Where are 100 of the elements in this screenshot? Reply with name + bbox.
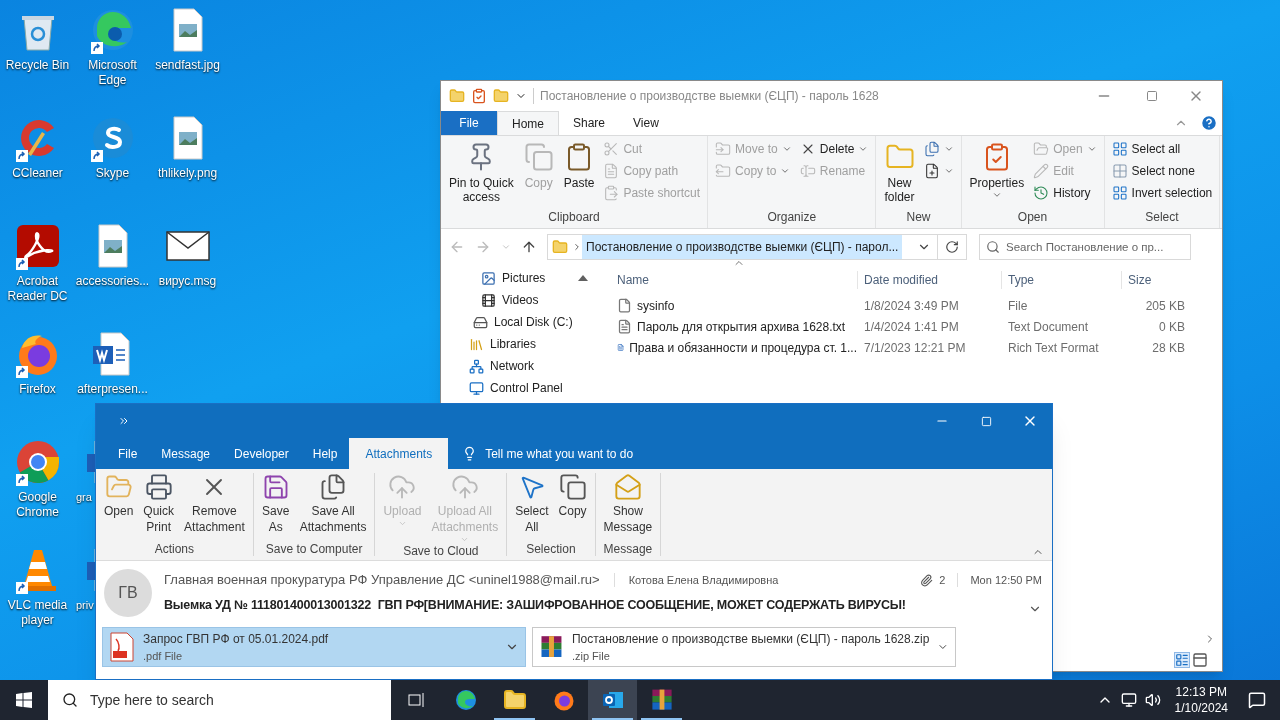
grid-icon [1111, 185, 1128, 201]
nav-item[interactable]: Videos [441, 289, 596, 311]
table-cell-text: 1/8/2024 3:49 PM [863, 297, 960, 315]
refresh-icon[interactable] [945, 240, 959, 254]
help-icon[interactable] [1200, 114, 1218, 132]
attachment-type: .zip File [571, 648, 611, 664]
ribbon-button[interactable]: Open [100, 473, 138, 519]
ribbon-button[interactable]: Select all [1108, 138, 1216, 160]
ribbon-tab[interactable]: Attachments [349, 438, 449, 469]
grid-icon [1111, 163, 1128, 179]
ribbon-button[interactable]: Invert selection [1108, 182, 1216, 204]
grid-icon [1111, 141, 1128, 157]
caret-icon [1086, 144, 1097, 154]
notifications-icon[interactable] [1248, 691, 1266, 709]
monitor-icon [469, 380, 484, 396]
ribbon-tab[interactable]: File [106, 438, 150, 469]
hard-drive-icon [473, 314, 488, 330]
ribbon-button[interactable]: Pin to Quick access [445, 138, 518, 204]
nav-item[interactable]: Network [441, 355, 596, 377]
maximize-icon[interactable] [1146, 90, 1158, 102]
search-field[interactable]: Type here to search [48, 680, 391, 720]
table-cell-text: 7/1/2023 12:21 PM [863, 339, 967, 357]
ribbon-button[interactable]: History [1030, 182, 1100, 204]
attachment[interactable]: Запрос ГВП РФ от 05.01.2024.pdf .pdf File [102, 627, 526, 667]
recipient: Котова Елена Владимировна [628, 572, 779, 588]
taskbar-app[interactable] [588, 680, 637, 720]
clipboard-icon [603, 185, 620, 201]
ribbon-button[interactable]: Quick Print [139, 473, 179, 535]
folder-icon [1033, 141, 1050, 157]
ribbon-tab[interactable]: View [619, 111, 673, 135]
ribbon-tab[interactable]: Help [300, 438, 350, 469]
nav-item[interactable]: Libraries [441, 333, 596, 355]
history-icon [1033, 185, 1050, 201]
caret-icon [943, 166, 954, 176]
ribbon-tab[interactable]: Home [497, 111, 559, 135]
ribbon-button[interactable]: Remove Attachment [180, 473, 249, 535]
desktop-icon[interactable]: Recycle Bin [0, 4, 75, 73]
nav-item[interactable]: Local Disk (C:) [441, 311, 596, 333]
ribbon-button[interactable]: Paste [559, 138, 599, 190]
copy-icon [523, 142, 554, 172]
desktop-icon[interactable]: Microsoft Edge [75, 4, 150, 88]
volume-icon[interactable] [1144, 692, 1161, 708]
ribbon-group-label: Open [1016, 209, 1049, 226]
ribbon-button[interactable]: Save As [257, 473, 294, 535]
folder-arrow-icon [715, 163, 732, 179]
ribbon-button[interactable]: Delete [796, 138, 872, 160]
nav-item[interactable]: Control Panel [441, 377, 596, 399]
ribbon-button[interactable]: Select All [511, 473, 553, 535]
table-cell-text: File [1007, 297, 1029, 315]
ribbon-tab[interactable]: Message [149, 438, 223, 469]
file-name[interactable]: Права и обязанности и процедура ст. 1... [629, 338, 857, 357]
attachment[interactable]: Постановление о производстве выемки (ЄЦП) - пароль 1628.zip .zip File [532, 627, 956, 667]
up-icon[interactable] [521, 239, 537, 255]
table-cell-text: 205 KB [1144, 297, 1185, 315]
column-header[interactable]: Type [1001, 271, 1121, 289]
column-header[interactable]: Name [596, 271, 857, 289]
ribbon-button[interactable]: Copy [554, 473, 591, 519]
network-icon[interactable] [1120, 692, 1137, 708]
nav-item[interactable]: Pictures [441, 267, 596, 289]
desktop-icon[interactable]: sendfast.jpg [150, 4, 225, 73]
column-header[interactable]: Date modified [857, 271, 1001, 289]
printer-icon [144, 473, 173, 501]
large-icons-view-icon[interactable] [1192, 652, 1208, 668]
new-file-icon [923, 163, 940, 179]
ribbon-group-label: Message [602, 542, 654, 556]
library-icon [469, 336, 484, 352]
caret-icon [943, 144, 954, 154]
avatar: ГВ [104, 569, 152, 617]
attachment-type: .pdf File [143, 648, 184, 664]
scroll-up-icon[interactable] [578, 275, 588, 281]
address-text[interactable]: Постановление о производстве выемки (ЄЦП) - парол... [582, 235, 903, 259]
folder-arrow-icon [715, 141, 732, 157]
search-icon [986, 240, 1000, 254]
pencil-icon [1033, 163, 1050, 179]
sender: Главная военная прокуратура РФ Управление ДС <uninel1988@mail.ru> [164, 571, 600, 590]
ribbon-tab[interactable]: File [441, 111, 497, 135]
file-name[interactable]: sysinfo [637, 296, 675, 315]
clock[interactable]: 12:13 PM 1/10/2024 [1168, 684, 1234, 716]
envelope-icon [613, 473, 642, 501]
ribbon-group-label: Select [1144, 209, 1180, 226]
quick-access-icon[interactable] [118, 415, 130, 427]
scissors-icon [603, 141, 620, 157]
details-view-icon[interactable] [1174, 652, 1190, 668]
address-bar[interactable]: Постановление о производстве выемки (ЄЦП) - парол... [547, 234, 967, 260]
tell-me-field[interactable]: Tell me what you want to do [448, 438, 648, 469]
ribbon-tab[interactable]: Share [559, 111, 620, 135]
file-name[interactable]: Пароль для открытия архива 1628.txt [637, 317, 846, 336]
attachment-name: Постановление о производстве выемки (ЄЦП) - пароль 1628.zip [571, 630, 930, 648]
ribbon-button[interactable]: Save All Attachments [295, 473, 371, 535]
ribbon-button[interactable]: Show Message [599, 473, 657, 535]
ribbon-button[interactable]: New folder [880, 138, 919, 204]
cloud-upload-icon [388, 473, 417, 501]
search-field[interactable]: Search Постановление о пр... [979, 234, 1191, 260]
text-field-icon [799, 163, 816, 179]
ribbon-button[interactable]: Properties [965, 138, 1029, 200]
ribbon-button[interactable]: Select none [1108, 160, 1216, 182]
checklist-icon[interactable] [471, 88, 487, 104]
ribbon-tab[interactable]: Developer [222, 438, 301, 469]
column-header[interactable]: Size [1121, 271, 1191, 289]
table-cell-text: 0 KB [1158, 318, 1185, 336]
